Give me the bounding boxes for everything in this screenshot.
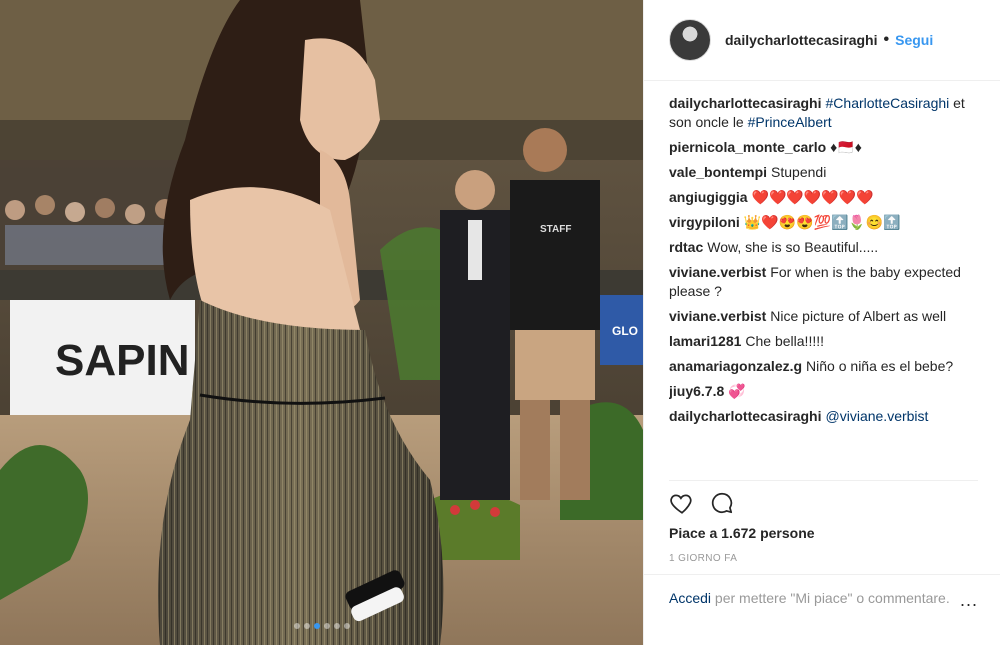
carousel-indicator [0, 623, 643, 629]
comment-item: angiugiggia ❤️❤️❤️❤️❤️❤️❤️ [669, 188, 978, 207]
carousel-dot-active[interactable] [313, 623, 320, 629]
login-prompt-text: Accedi per mettere "Mi piace" o commenta… [669, 589, 960, 610]
comment-text: Stupendi [771, 164, 827, 180]
comment-item: viviane.verbist For when is the baby expe… [669, 263, 978, 301]
login-prompt-rest: per mettere "Mi piace" o commentare. [711, 590, 950, 606]
comment-item: anamariagonzalez.g Niño o niña es el bebe… [669, 357, 978, 376]
comment-username[interactable]: anamariagonzalez.g [669, 358, 802, 374]
likes-count[interactable]: Piace a 1.672 persone [669, 525, 978, 541]
side-banner-text: GLO [612, 324, 638, 338]
separator-dot: • [883, 31, 890, 48]
carousel-dot[interactable] [323, 623, 330, 629]
more-options-icon[interactable]: ... [960, 589, 978, 610]
comment-item: piernicola_monte_carlo ♦🇲🇨♦ [669, 138, 978, 157]
comment-username[interactable]: viviane.verbist [669, 264, 766, 280]
post-photo[interactable]: SAPIN GLO STAFF [0, 0, 643, 645]
carousel-dot[interactable] [293, 623, 300, 629]
comment-item: dailycharlottecasiraghi @viviane.verbist [669, 407, 978, 426]
comments-list[interactable]: dailycharlottecasiraghi #CharlotteCasirag… [669, 94, 978, 479]
action-icons [669, 487, 978, 519]
comment-text: 👑❤️😍😍💯🔝🌷😊🔝 [743, 214, 901, 230]
post-actions: Piace a 1.672 persone 1 GIORNO FA [669, 480, 978, 564]
shirt-text: STAFF [540, 224, 571, 235]
heart-outline-icon[interactable] [669, 490, 695, 516]
instagram-post-view: SAPIN GLO STAFF dailycharlottecasiraghi … [0, 0, 1000, 645]
avatar[interactable] [669, 19, 711, 61]
comment-hashtag-link[interactable]: #PrinceAlbert [748, 114, 832, 130]
comment-username[interactable]: vale_bontempi [669, 164, 767, 180]
comment-text: Che bella!!!!! [745, 333, 825, 349]
carousel-dot[interactable] [303, 623, 310, 629]
login-prompt: Accedi per mettere "Mi piace" o commenta… [644, 574, 1000, 610]
comment-item: lamari1281 Che bella!!!!! [669, 332, 978, 351]
comment-username[interactable]: lamari1281 [669, 333, 741, 349]
comment-username[interactable]: dailycharlottecasiraghi [669, 408, 822, 424]
comment-username[interactable]: viviane.verbist [669, 308, 766, 324]
comment-username[interactable]: jiuy6.7.8 [669, 383, 724, 399]
comment-text: Nice picture of Albert as well [770, 308, 947, 324]
comment-item: viviane.verbist Nice picture of Albert as… [669, 307, 978, 326]
comment-item: jiuy6.7.8 💞 [669, 382, 978, 401]
login-link[interactable]: Accedi [669, 590, 711, 606]
comment-item: virgypiloni 👑❤️😍😍💯🔝🌷😊🔝 [669, 213, 978, 232]
comment-hashtag-link[interactable]: #CharlotteCasiraghi [826, 95, 950, 111]
post-timestamp[interactable]: 1 GIORNO FA [669, 553, 978, 564]
comment-text: 💞 [728, 383, 746, 399]
comment-username[interactable]: rdtac [669, 239, 703, 255]
comment-username[interactable]: piernicola_monte_carlo [669, 139, 826, 155]
comment-hashtag-link[interactable]: @viviane.verbist [826, 408, 929, 424]
comment-text: ♦🇲🇨♦ [830, 139, 862, 155]
comment-text: Wow, she is so Beautiful..... [707, 239, 879, 255]
photo-scene: SAPIN GLO STAFF [0, 0, 643, 645]
comment-username[interactable]: virgypiloni [669, 214, 740, 230]
comment-username[interactable]: angiugiggia [669, 189, 748, 205]
author-username[interactable]: dailycharlottecasiraghi [725, 32, 878, 48]
comment-username[interactable]: dailycharlottecasiraghi [669, 95, 822, 111]
comment-item: dailycharlottecasiraghi #CharlotteCasirag… [669, 94, 978, 132]
banner-text: SAPIN [55, 336, 189, 385]
post-side-panel: dailycharlottecasiraghi • Segui dailycha… [643, 0, 1000, 645]
carousel-dot[interactable] [343, 623, 350, 629]
post-header: dailycharlottecasiraghi • Segui [644, 0, 1000, 81]
comment-text: Niño o niña es el bebe? [806, 358, 954, 374]
speech-bubble-icon[interactable] [709, 490, 735, 516]
comment-item: rdtac Wow, she is so Beautiful..... [669, 238, 978, 257]
comment-text: ❤️❤️❤️❤️❤️❤️❤️ [751, 189, 874, 205]
carousel-dot[interactable] [333, 623, 340, 629]
follow-button[interactable]: Segui [895, 32, 933, 48]
comment-item: vale_bontempi Stupendi [669, 163, 978, 182]
